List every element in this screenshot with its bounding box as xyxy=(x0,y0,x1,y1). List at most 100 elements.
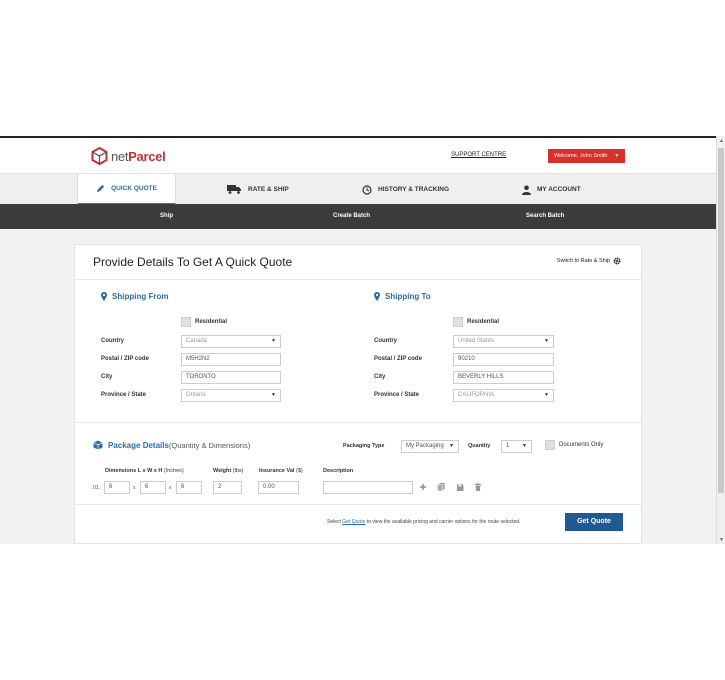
from-province-value: Ontario xyxy=(186,392,206,398)
sub-nav: Ship Create Batch Search Batch xyxy=(0,204,716,229)
save-icon[interactable] xyxy=(456,482,464,492)
dimensions-header: Dimensions L x W x H (Inches) xyxy=(105,468,184,474)
switch-to-rate-ship-link[interactable]: Switch to Rate & Ship xyxy=(557,257,621,265)
from-residential-checkbox[interactable] xyxy=(181,317,191,327)
truck-icon xyxy=(227,185,241,194)
map-pin-icon xyxy=(101,292,107,301)
from-residential-label: Residential xyxy=(195,319,228,325)
documents-only-checkbox[interactable] xyxy=(545,440,555,450)
to-postal-label: Postal / ZIP code xyxy=(374,356,422,362)
pencil-icon xyxy=(96,184,105,193)
scrollbar-thumb[interactable] xyxy=(718,148,724,493)
title-divider xyxy=(75,279,641,280)
tab-label: HISTORY & TRACKING xyxy=(378,186,450,193)
section-divider xyxy=(75,422,641,423)
map-pin-icon xyxy=(374,292,380,301)
scroll-up-icon[interactable]: ▲ xyxy=(719,138,724,144)
chevron-down-icon: ▼ xyxy=(271,392,276,398)
from-country-label: Country xyxy=(101,338,124,344)
from-postal-label: Postal / ZIP code xyxy=(101,356,149,362)
logo[interactable]: netParcel xyxy=(91,147,166,165)
weight-unit: (lbs) xyxy=(232,468,244,474)
logo-text: netParcel xyxy=(111,148,166,164)
to-province-value: CALIFORNIA xyxy=(458,392,495,398)
quantity-select[interactable]: 1 ▼ xyxy=(501,440,532,453)
logo-net: net xyxy=(111,148,129,164)
packaging-type-label: Packaging Type xyxy=(343,443,385,449)
quantity-value: 1 xyxy=(506,443,510,449)
from-city-input[interactable]: TORONTO xyxy=(181,371,281,384)
weight-label: Weight xyxy=(213,468,232,474)
app-window: netParcel SUPPORT CENTRE Welcome, John S… xyxy=(0,136,725,544)
welcome-user-button[interactable]: Welcome, John Smith ▼ xyxy=(548,149,625,163)
package-details-title: Package Details (Quantity & Dimensions) xyxy=(93,440,250,450)
packaging-type-select[interactable]: My Packaging ▼ xyxy=(401,440,459,453)
main-nav: QUICK QUOTE RATE & SHIP HISTORY & TRACKI… xyxy=(0,173,716,205)
add-icon[interactable] xyxy=(419,482,427,492)
quantity-label: Quantity xyxy=(468,443,491,449)
weight-input[interactable]: 2 xyxy=(213,481,242,494)
subnav-item-ship[interactable]: Ship xyxy=(160,204,173,229)
tab-rate-ship[interactable]: RATE & SHIP xyxy=(227,174,289,205)
tab-label: RATE & SHIP xyxy=(248,186,289,193)
gear-icon xyxy=(613,257,621,265)
get-quote-button[interactable]: Get Quote xyxy=(565,513,623,531)
to-country-value: United States xyxy=(458,338,495,344)
from-province-select[interactable]: Ontario ▼ xyxy=(181,389,281,402)
footer-divider xyxy=(75,504,641,505)
length-input[interactable]: 6 xyxy=(104,481,130,494)
footer-instructions: Select Get Quote to view the available p… xyxy=(327,519,520,525)
subnav-item-search-batch[interactable]: Search Batch xyxy=(526,204,564,229)
user-icon xyxy=(522,185,531,195)
to-postal-input[interactable]: 90210 xyxy=(453,353,554,366)
to-country-label: Country xyxy=(374,338,397,344)
insurance-label: Insurance Val xyxy=(259,468,295,474)
to-residential-label: Residential xyxy=(467,319,500,325)
dims-label: Dimensions L x W x H xyxy=(105,468,163,474)
from-country-select[interactable]: Canada ▼ xyxy=(181,335,281,348)
subnav-item-create-batch[interactable]: Create Batch xyxy=(333,204,370,229)
package-subtitle: (Quantity & Dimensions) xyxy=(168,440,251,450)
documents-only-label: Documents Only xyxy=(559,442,604,448)
chevron-down-icon: ▼ xyxy=(544,338,549,344)
trash-icon[interactable] xyxy=(474,482,482,492)
to-city-input[interactable]: BEVERLY HILLS xyxy=(453,371,554,384)
tab-my-account[interactable]: MY ACCOUNT xyxy=(522,174,581,205)
section-label: Shipping From xyxy=(112,292,169,301)
box-icon xyxy=(93,440,103,450)
chevron-down-icon: ▼ xyxy=(271,338,276,344)
insurance-input[interactable]: 0.00 xyxy=(258,481,299,494)
to-province-label: Province / State xyxy=(374,392,420,398)
to-residential-checkbox[interactable] xyxy=(453,317,463,327)
logo-parcel: Parcel xyxy=(128,148,166,164)
copy-icon[interactable] xyxy=(437,482,445,492)
tab-history-tracking[interactable]: HISTORY & TRACKING xyxy=(362,174,449,205)
vertical-scrollbar[interactable]: ▲ ▼ xyxy=(716,136,725,544)
footer-text-after: to view the available pricing and carrie… xyxy=(365,519,521,525)
tab-label: QUICK QUOTE xyxy=(111,185,157,192)
scroll-down-icon[interactable]: ▼ xyxy=(719,537,724,543)
shipping-to-title: Shipping To xyxy=(374,292,431,301)
from-postal-input[interactable]: M5H2N2 xyxy=(181,353,281,366)
section-label: Shipping To xyxy=(385,292,431,301)
clock-icon xyxy=(362,184,372,195)
tab-quick-quote[interactable]: QUICK QUOTE xyxy=(77,174,176,205)
from-country-value: Canada xyxy=(186,338,208,344)
width-input[interactable]: 6 xyxy=(140,481,166,494)
support-centre-link[interactable]: SUPPORT CENTRE xyxy=(451,152,506,158)
get-quote-link[interactable]: Get Quote xyxy=(342,519,365,525)
chevron-down-icon: ▼ xyxy=(544,392,549,398)
height-input[interactable]: 6 xyxy=(176,481,202,494)
times-sign: x xyxy=(169,485,172,491)
tab-label: MY ACCOUNT xyxy=(537,186,581,193)
to-province-select[interactable]: CALIFORNIA ▼ xyxy=(453,389,554,402)
footer-text-before: Select xyxy=(327,519,343,525)
chevron-down-icon: ▼ xyxy=(449,443,454,449)
chevron-down-icon: ▼ xyxy=(614,153,620,159)
to-country-select[interactable]: United States ▼ xyxy=(453,335,554,348)
quick-quote-card: Provide Details To Get A Quick Quote Swi… xyxy=(74,244,642,544)
description-input[interactable] xyxy=(323,481,413,494)
dims-unit: (Inches) xyxy=(163,468,184,474)
parcel-logo-icon xyxy=(91,147,108,165)
from-city-label: City xyxy=(101,374,113,380)
